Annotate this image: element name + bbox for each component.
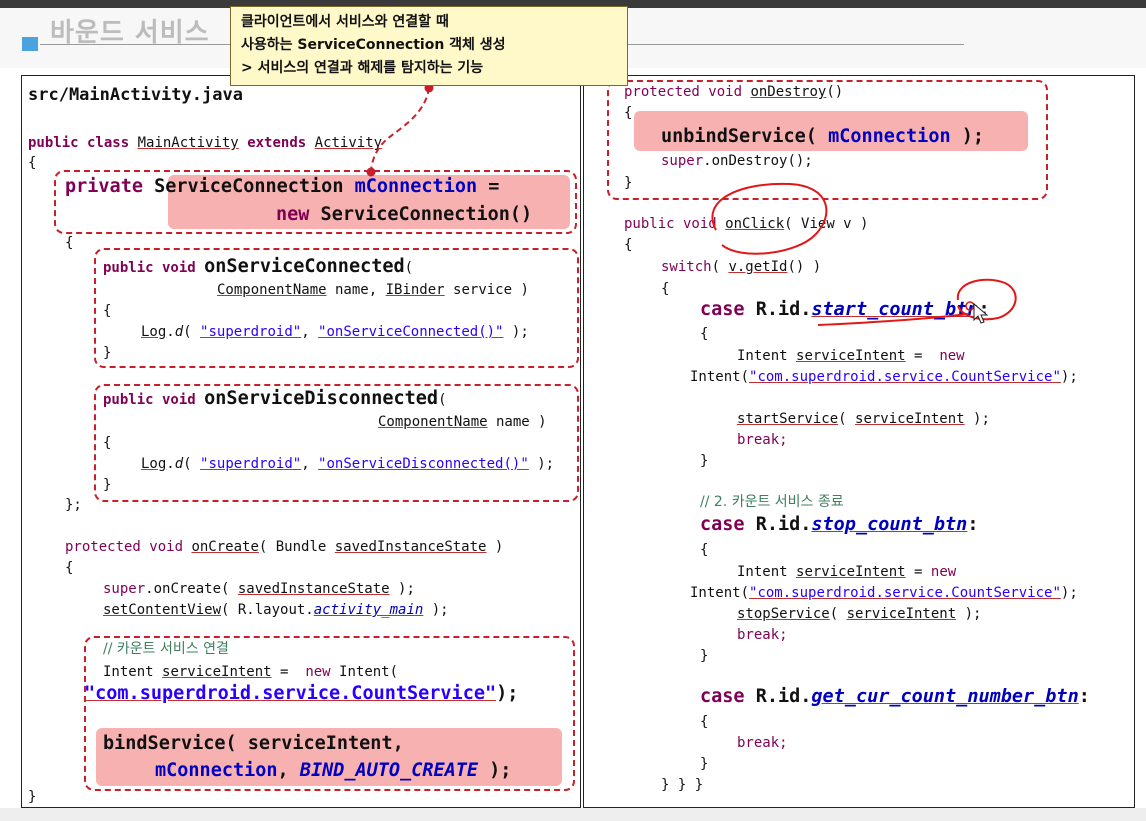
code-line: case R.id.start_count_btn: <box>700 299 990 320</box>
code-line: { <box>700 714 709 730</box>
code-line: stopService( serviceIntent ); <box>737 606 982 622</box>
code-line: Intent("com.superdroid.service.CountServ… <box>690 369 1078 385</box>
code-line: Log.d( "superdroid", "onServiceConnected… <box>141 324 529 340</box>
callout-line: 클라이언트에서 서비스와 연결할 때 <box>241 14 449 30</box>
code-line: }; <box>65 497 82 513</box>
code-line: ComponentName name, IBinder service ) <box>217 282 529 298</box>
explanation-callout: 클라이언트에서 서비스와 연결할 때 사용하는 ServiceConnectio… <box>230 6 628 86</box>
code-comment: // 카운트 서비스 연결 <box>103 641 229 657</box>
code-line: super.onDestroy(); <box>661 153 813 169</box>
code-line: ComponentName name ) <box>378 414 547 430</box>
code-line: } <box>700 453 709 469</box>
code-line: { <box>700 326 709 342</box>
title-bullet-square <box>22 37 38 51</box>
code-line: case R.id.get_cur_count_number_btn: <box>700 686 1090 707</box>
code-line: } <box>700 648 709 664</box>
code-line: unbindService( mConnection ); <box>661 126 985 147</box>
code-line: new ServiceConnection() <box>276 204 533 225</box>
code-line: } <box>28 789 37 805</box>
code-line: } <box>103 345 112 361</box>
code-line: public void onServiceDisconnected( <box>103 388 447 409</box>
code-line: protected void onDestroy() <box>624 84 844 100</box>
code-line: { <box>624 105 633 121</box>
code-line: protected void onCreate( Bundle savedIns… <box>65 539 504 555</box>
callout-line: > 서비스의 연결과 해제를 탐지하는 기능 <box>241 60 484 76</box>
code-line: break; <box>737 627 788 643</box>
code-line: { <box>103 303 112 319</box>
code-line: { <box>28 155 37 171</box>
code-line: startService( serviceIntent ); <box>737 411 990 427</box>
code-line: public class MainActivity extends Activi… <box>28 135 383 151</box>
code-line: super.onCreate( savedInstanceState ); <box>103 581 415 597</box>
code-line: public void onClick( View v ) <box>624 216 869 232</box>
code-line: { <box>661 281 670 297</box>
code-line: break; <box>737 432 788 448</box>
file-name: src/MainActivity.java <box>28 85 243 105</box>
code-line: } <box>624 175 633 191</box>
code-line: Log.d( "superdroid", "onServiceDisconnec… <box>141 456 555 472</box>
code-line: public void onServiceConnected( <box>103 256 414 277</box>
code-line: bindService( serviceIntent, <box>103 733 404 754</box>
code-line: { <box>65 235 74 251</box>
code-line: mConnection, BIND_AUTO_CREATE ); <box>155 760 512 781</box>
code-line: } } } <box>661 777 704 793</box>
code-line: } <box>103 477 112 493</box>
code-line: { <box>65 560 74 576</box>
code-line: setContentView( R.layout.activity_main )… <box>103 602 449 618</box>
code-line: { <box>103 435 112 451</box>
code-line: private ServiceConnection mConnection = <box>65 176 500 197</box>
code-line: Intent serviceIntent = new <box>737 564 957 580</box>
code-line: { <box>700 542 709 558</box>
code-line: } <box>700 756 709 772</box>
code-line: { <box>624 237 633 253</box>
bottom-bar <box>0 808 1146 821</box>
code-line: break; <box>737 735 788 751</box>
code-comment: // 2. 카운트 서비스 종료 <box>700 494 844 510</box>
callout-line: 사용하는 ServiceConnection 객체 생성 <box>241 37 506 53</box>
code-line: switch( v.getId() ) <box>661 259 822 275</box>
code-line: case R.id.stop_count_btn: <box>700 514 979 535</box>
code-line: Intent serviceIntent = new <box>737 348 965 364</box>
code-line: Intent serviceIntent = new Intent( <box>103 664 399 680</box>
code-line: "com.superdroid.service.CountService"); <box>84 683 519 704</box>
code-line: Intent("com.superdroid.service.CountServ… <box>690 585 1078 601</box>
